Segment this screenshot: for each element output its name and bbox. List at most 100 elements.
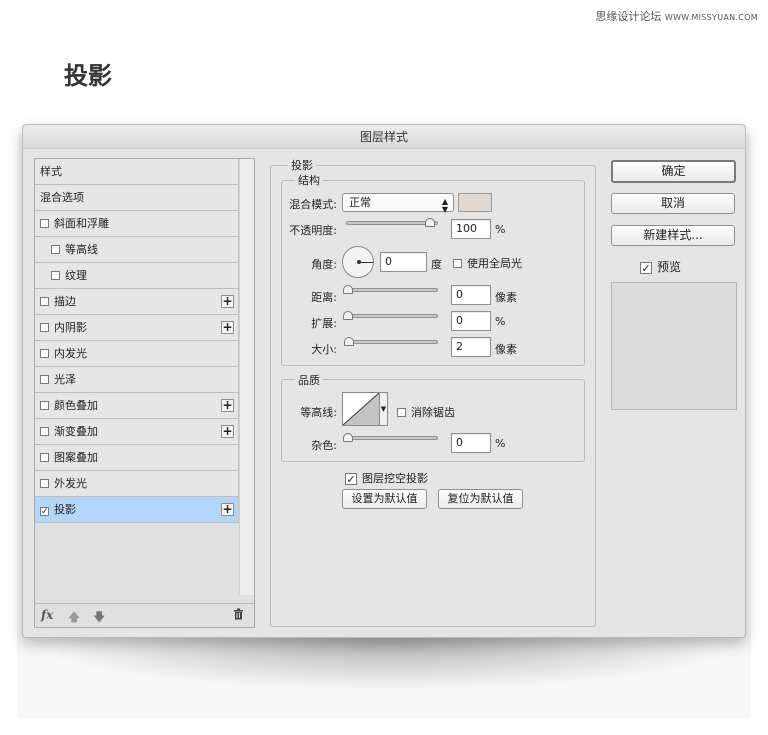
- style-item[interactable]: 斜面和浮雕: [35, 211, 239, 237]
- style-item[interactable]: 渐变叠加 +: [35, 419, 239, 445]
- size-slider-handle[interactable]: [343, 337, 354, 346]
- style-checkbox[interactable]: ✓: [40, 507, 49, 517]
- anti-alias-checkbox[interactable]: 消除锯齿: [397, 404, 455, 420]
- watermark-site: 思缘设计论坛: [595, 10, 662, 23]
- style-checkbox[interactable]: [40, 349, 49, 358]
- noise-label: 杂色:: [311, 439, 337, 452]
- style-item[interactable]: 样式: [35, 159, 239, 185]
- spread-unit: %: [495, 315, 506, 328]
- style-item-label: 渐变叠加: [54, 425, 98, 438]
- noise-unit: %: [495, 437, 506, 450]
- make-default-button[interactable]: 设置为默认值: [342, 489, 427, 509]
- style-checkbox[interactable]: [40, 323, 49, 332]
- style-item[interactable]: 描边 +: [35, 289, 239, 315]
- distance-slider-handle[interactable]: [343, 285, 353, 294]
- styles-scrollbar[interactable]: [239, 159, 254, 595]
- style-item-label: 混合选项: [40, 191, 84, 204]
- contour-label: 等高线:: [300, 406, 337, 419]
- size-input[interactable]: 2: [451, 337, 491, 357]
- spread-label: 扩展:: [311, 317, 337, 330]
- style-item[interactable]: 光泽: [35, 367, 239, 393]
- style-checkbox[interactable]: [40, 219, 49, 228]
- spread-slider[interactable]: [343, 311, 438, 320]
- style-item-label: 斜面和浮雕: [54, 217, 109, 230]
- anti-alias-box[interactable]: [397, 408, 406, 417]
- add-effect-icon[interactable]: +: [221, 295, 234, 308]
- knockout-box[interactable]: ✓: [345, 473, 357, 485]
- preview-thumbnail: [611, 282, 737, 410]
- style-item[interactable]: 等高线: [35, 237, 239, 263]
- noise-slider[interactable]: [343, 433, 438, 442]
- preview-box[interactable]: ✓: [640, 262, 652, 274]
- knockout-checkbox[interactable]: ✓ 图层挖空投影: [345, 470, 428, 486]
- style-checkbox[interactable]: [40, 375, 49, 384]
- style-checkbox[interactable]: [40, 297, 49, 306]
- add-effect-icon[interactable]: +: [221, 399, 234, 412]
- styles-list: 样式 混合选项 斜面和浮雕 等高线 纹理 描边 + 内阴影 + 内发光 光泽 颜色叠加 + 渐变叠加 + 图案…: [35, 159, 239, 523]
- new-style-button[interactable]: 新建样式...: [611, 225, 735, 246]
- add-effect-icon[interactable]: +: [221, 425, 234, 438]
- preview-checkbox[interactable]: ✓ 预览: [640, 258, 681, 275]
- angle-input[interactable]: 0: [380, 252, 427, 272]
- contour-picker[interactable]: [342, 392, 380, 426]
- spread-input[interactable]: 0: [451, 311, 491, 331]
- arrow-up-icon[interactable]: 🡅: [68, 608, 80, 629]
- header-area: [17, 16, 751, 134]
- style-checkbox[interactable]: [51, 245, 60, 254]
- trash-icon[interactable]: [233, 608, 244, 623]
- angle-unit: 度: [431, 258, 442, 271]
- style-checkbox[interactable]: [40, 401, 49, 410]
- layer-style-dialog: 图层样式 样式 混合选项 斜面和浮雕 等高线 纹理 描边 + 内阴影 + 内发光 光泽 颜色叠加 + 渐变…: [22, 124, 746, 638]
- blend-mode-label: 混合模式:: [289, 198, 337, 211]
- opacity-input[interactable]: 100: [451, 219, 491, 239]
- opacity-slider-handle[interactable]: [425, 218, 435, 227]
- ok-button[interactable]: 确定: [611, 160, 736, 183]
- distance-slider[interactable]: [343, 285, 438, 294]
- blend-mode-select[interactable]: 正常 ▲ ▼: [342, 193, 454, 214]
- opacity-label: 不透明度:: [289, 224, 337, 237]
- spread-slider-handle[interactable]: [343, 311, 353, 320]
- style-checkbox[interactable]: [40, 479, 49, 488]
- add-effect-icon[interactable]: +: [221, 321, 234, 334]
- quality-title: 品质: [295, 372, 323, 388]
- anti-alias-label: 消除锯齿: [411, 406, 455, 419]
- style-checkbox[interactable]: [51, 271, 60, 280]
- linear-contour-icon: [342, 392, 380, 426]
- size-label: 大小:: [311, 343, 337, 356]
- select-arrows-icon: ▲ ▼: [441, 197, 448, 214]
- style-checkbox[interactable]: [40, 427, 49, 436]
- style-item[interactable]: 内发光: [35, 341, 239, 367]
- opacity-slider[interactable]: [346, 218, 438, 227]
- angle-center-dot: [357, 260, 361, 264]
- distance-input[interactable]: 0: [451, 285, 491, 305]
- style-item-label: 光泽: [54, 373, 76, 386]
- shadow-color-swatch[interactable]: [458, 193, 492, 212]
- cancel-button[interactable]: 取消: [611, 193, 735, 214]
- style-item[interactable]: 混合选项: [35, 185, 239, 211]
- add-effect-icon[interactable]: +: [221, 503, 234, 516]
- noise-slider-handle[interactable]: [343, 433, 353, 442]
- style-item[interactable]: 图案叠加: [35, 445, 239, 471]
- noise-input[interactable]: 0: [451, 433, 491, 453]
- style-item-label: 图案叠加: [54, 451, 98, 464]
- style-item[interactable]: 内阴影 +: [35, 315, 239, 341]
- fx-icon[interactable]: fx: [41, 608, 53, 622]
- style-item-label: 描边: [54, 295, 76, 308]
- style-item[interactable]: 颜色叠加 +: [35, 393, 239, 419]
- style-item[interactable]: 外发光: [35, 471, 239, 497]
- style-item-label: 颜色叠加: [54, 399, 98, 412]
- drop-shadow-title: 投影: [288, 157, 316, 173]
- contour-dropdown[interactable]: ▼: [380, 392, 388, 426]
- size-slider[interactable]: [343, 337, 438, 346]
- style-item[interactable]: 纹理: [35, 263, 239, 289]
- style-checkbox[interactable]: [40, 453, 49, 462]
- style-item-label: 投影: [54, 503, 76, 516]
- style-item[interactable]: ✓ 投影 +: [35, 497, 239, 523]
- style-item-label: 外发光: [54, 477, 87, 490]
- reset-default-button[interactable]: 复位为默认值: [438, 489, 523, 509]
- arrow-down-icon[interactable]: 🡇: [93, 608, 105, 629]
- global-light-box[interactable]: [453, 259, 462, 268]
- angle-dial[interactable]: [342, 246, 374, 278]
- distance-label: 距离:: [311, 291, 337, 304]
- global-light-checkbox[interactable]: 使用全局光: [453, 255, 522, 271]
